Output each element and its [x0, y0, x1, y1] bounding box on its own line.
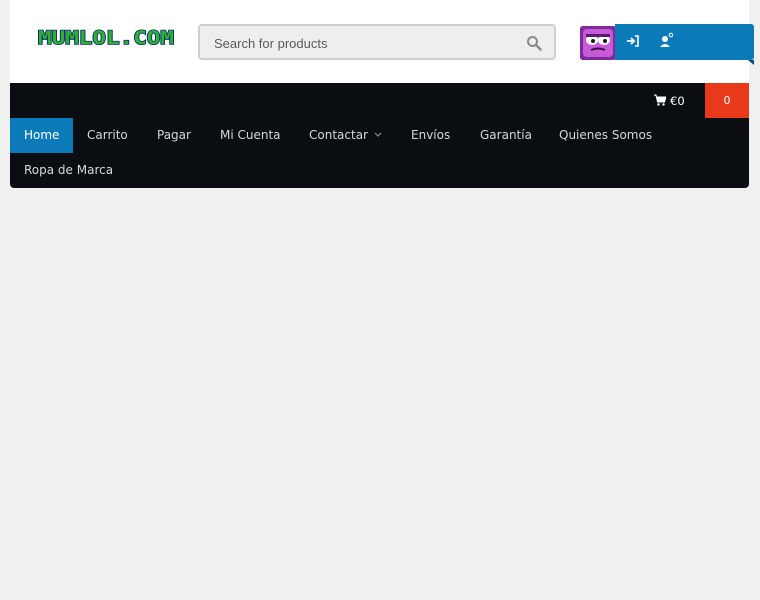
menu-item-quienes-somos[interactable]: Quienes Somos [545, 118, 666, 153]
login-icon[interactable] [626, 34, 640, 48]
menu-item-carrito[interactable]: Carrito [73, 118, 142, 153]
site-logo[interactable]: MUMLOL.COM [37, 23, 177, 51]
menu-item-envios[interactable]: Envíos [397, 118, 464, 153]
register-icon[interactable] [659, 32, 673, 48]
search-input[interactable] [214, 33, 514, 53]
menu-item-contactar[interactable]: Contactar [295, 118, 396, 153]
avatar[interactable] [580, 26, 616, 60]
cart-total: €0 [670, 94, 685, 108]
menu-item-pagar[interactable]: Pagar [143, 118, 205, 153]
menu-item-mi-cuenta[interactable]: Mi Cuenta [206, 118, 295, 153]
cart-icon [654, 94, 666, 106]
cart-total-link[interactable]: €0 [654, 94, 685, 108]
search-box [198, 24, 556, 60]
account-bar [615, 24, 754, 65]
chevron-down-icon [374, 132, 382, 137]
page: MUMLOL.COM Search for products €0 0 Home… [10, 0, 754, 188]
menu-item-garantia[interactable]: Garantía [466, 118, 546, 153]
site-header: MUMLOL.COM [10, 0, 754, 83]
menu-item-ropa-de-marca[interactable]: Ropa de Marca [10, 153, 127, 188]
search-icon[interactable] [526, 35, 542, 51]
main-navigation: €0 0 Home Carrito Pagar Mi Cuenta Contac… [10, 83, 749, 188]
logo-text: MUMLOL.COM [38, 27, 174, 49]
menu-item-home[interactable]: Home [10, 118, 74, 153]
menu-item-contactar-label: Contactar [309, 128, 368, 142]
account-box [580, 24, 755, 65]
cart-count-badge[interactable]: 0 [705, 83, 749, 118]
logo-graphic: MUMLOL.COM [37, 26, 175, 50]
avatar-face-icon [580, 26, 616, 60]
